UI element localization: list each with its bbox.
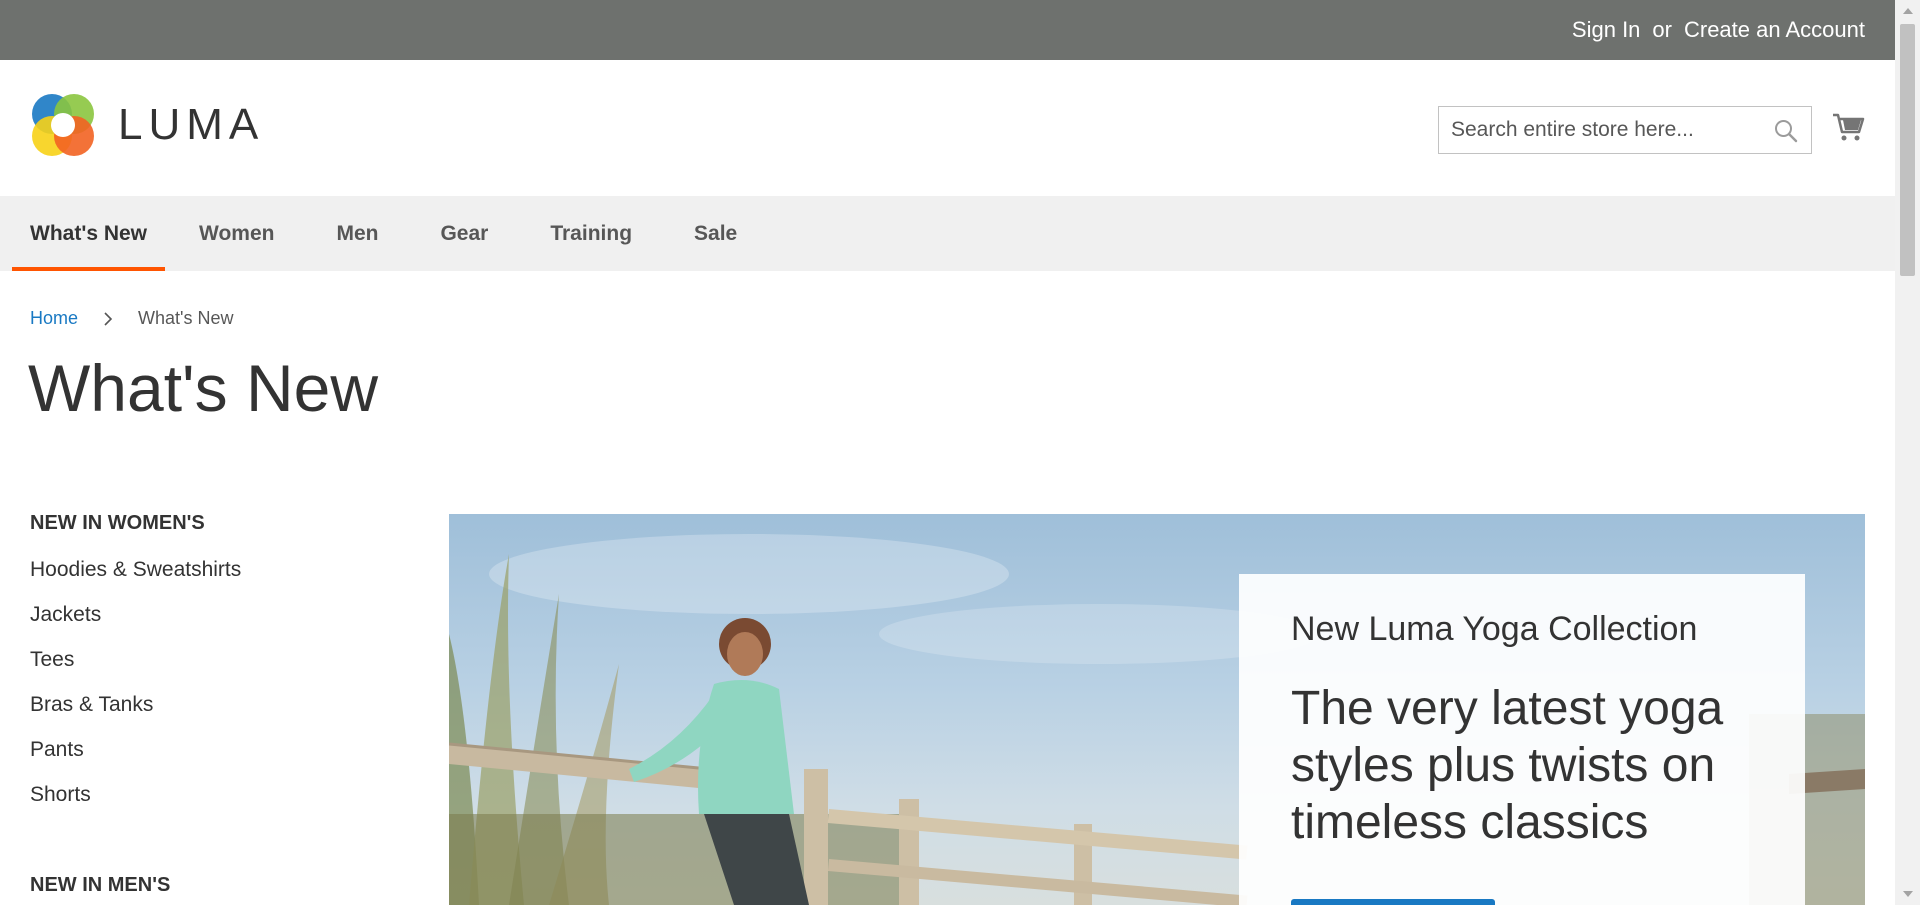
scrollbar-thumb[interactable] bbox=[1900, 24, 1915, 276]
search-box bbox=[1438, 106, 1812, 154]
luma-logo-icon bbox=[32, 94, 94, 156]
search-input[interactable] bbox=[1439, 107, 1773, 153]
sidebar-item-pants[interactable]: Pants bbox=[30, 727, 390, 772]
promo-panel: New Luma Yoga Collection The very latest… bbox=[1239, 574, 1805, 905]
main-nav: What's New Women Men Gear Training Sale bbox=[0, 196, 1895, 271]
nav-item-gear[interactable]: Gear bbox=[422, 196, 506, 271]
breadcrumb-home[interactable]: Home bbox=[30, 308, 78, 329]
sidebar-heading-men: NEW IN MEN'S bbox=[30, 874, 171, 896]
sidebar: NEW IN WOMEN'S Hoodies & Sweatshirts Jac… bbox=[30, 512, 390, 896]
page-title: What's New bbox=[28, 351, 379, 425]
hero-banner[interactable]: New Luma Yoga Collection The very latest… bbox=[449, 514, 1865, 905]
sidebar-item-hoodies[interactable]: Hoodies & Sweatshirts bbox=[30, 547, 390, 592]
create-account-link[interactable]: Create an Account bbox=[1684, 17, 1865, 43]
header-links: Sign In or Create an Account bbox=[1572, 0, 1865, 60]
cart-icon[interactable] bbox=[1832, 110, 1866, 144]
sidebar-item-shorts[interactable]: Shorts bbox=[30, 772, 390, 817]
shop-collection-button[interactable] bbox=[1291, 899, 1495, 905]
sidebar-heading-women: NEW IN WOMEN'S bbox=[30, 512, 205, 534]
page: Sign In or Create an Account LUMA Search… bbox=[0, 0, 1895, 905]
scroll-down-arrow-icon[interactable] bbox=[1903, 891, 1913, 897]
scroll-up-arrow-icon[interactable] bbox=[1903, 8, 1913, 14]
promo-headline: The very latest yoga styles plus twists … bbox=[1291, 682, 1724, 849]
nav-item-men[interactable]: Men bbox=[318, 196, 396, 271]
nav-item-sale[interactable]: Sale bbox=[676, 196, 755, 271]
promo-subtitle: New Luma Yoga Collection bbox=[1291, 610, 1698, 648]
sign-in-link[interactable]: Sign In bbox=[1572, 17, 1641, 43]
breadcrumb-current: What's New bbox=[138, 308, 234, 328]
vertical-scrollbar[interactable] bbox=[1895, 0, 1920, 905]
chevron-right-icon bbox=[104, 311, 113, 326]
search-icon[interactable] bbox=[1773, 118, 1799, 144]
breadcrumb: Home What's New bbox=[30, 308, 233, 329]
nav-item-women[interactable]: Women bbox=[181, 196, 292, 271]
sidebar-item-bras-tanks[interactable]: Bras & Tanks bbox=[30, 682, 390, 727]
top-bar: Sign In or Create an Account bbox=[0, 0, 1895, 60]
or-separator: or bbox=[1652, 17, 1672, 42]
logo[interactable]: LUMA bbox=[30, 92, 264, 158]
nav-item-whats-new[interactable]: What's New bbox=[12, 196, 166, 271]
header: LUMA bbox=[0, 60, 1895, 196]
logo-text: LUMA bbox=[118, 100, 265, 149]
sidebar-women-list: Hoodies & Sweatshirts Jackets Tees Bras … bbox=[30, 547, 390, 817]
sidebar-item-tees[interactable]: Tees bbox=[30, 637, 390, 682]
nav-item-training[interactable]: Training bbox=[532, 196, 650, 271]
sidebar-item-jackets[interactable]: Jackets bbox=[30, 592, 390, 637]
